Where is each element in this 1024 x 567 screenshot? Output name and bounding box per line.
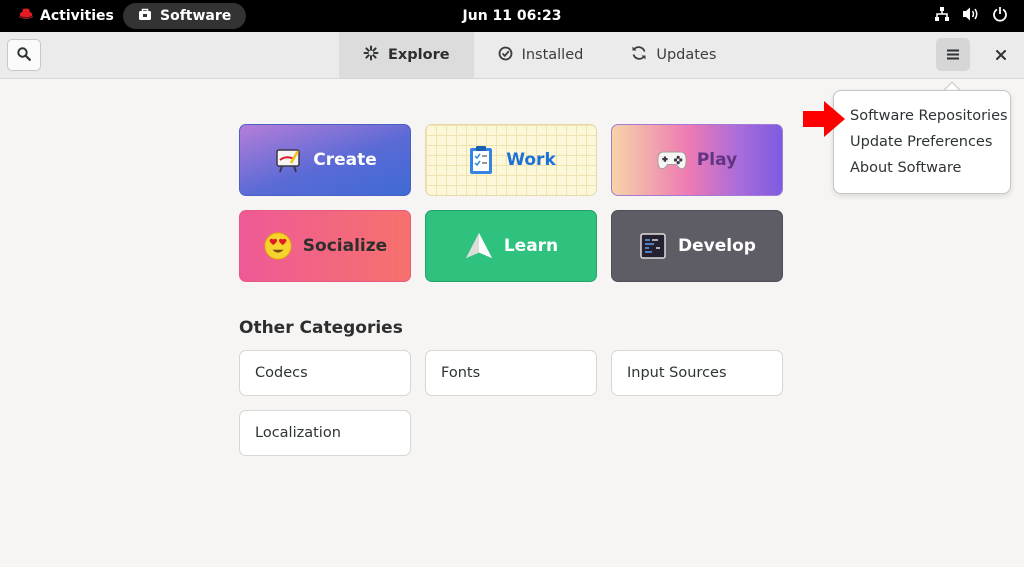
category-label: Work — [506, 150, 556, 170]
tab-label: Installed — [521, 47, 584, 63]
header-bar: Explore Installed Updates — [0, 32, 1024, 79]
network-icon[interactable] — [934, 6, 950, 26]
category-label: Create — [313, 150, 377, 170]
menu-item-update-preferences[interactable]: Update Preferences — [834, 129, 1010, 155]
check-circle-icon — [498, 46, 513, 65]
tab-label: Explore — [388, 47, 450, 63]
hamburger-icon — [947, 45, 959, 64]
system-tray[interactable] — [934, 0, 1008, 32]
activities-button[interactable]: Activities — [18, 0, 114, 32]
menu-item-about-software[interactable]: About Software — [834, 155, 1010, 181]
app-menu-button[interactable]: Software — [123, 3, 247, 29]
other-categories-heading: Other Categories — [239, 318, 403, 338]
top-bar: Activities Software Jun 11 06:23 — [0, 0, 1024, 32]
volume-icon[interactable] — [962, 6, 980, 26]
power-icon[interactable] — [992, 6, 1008, 26]
view-switcher: Explore Installed Updates — [339, 32, 740, 78]
gamepad-icon — [657, 145, 687, 175]
paper-plane-icon — [464, 231, 494, 261]
category-play[interactable]: Play — [611, 124, 783, 196]
tab-label: Updates — [656, 47, 717, 63]
heart-eyes-emoji-icon — [263, 231, 293, 261]
category-label: Socialize — [302, 236, 388, 256]
clock[interactable]: Jun 11 06:23 — [463, 8, 562, 24]
category-fonts[interactable]: Fonts — [425, 350, 597, 396]
refresh-icon — [631, 45, 647, 65]
explore-icon — [363, 45, 379, 65]
activities-label: Activities — [40, 8, 114, 24]
category-label: Play — [696, 150, 738, 170]
category-work[interactable]: Work — [425, 124, 597, 196]
terminal-icon — [638, 231, 668, 261]
category-learn[interactable]: Learn — [425, 210, 597, 282]
clipboard-icon — [466, 145, 496, 175]
app-name: Software — [160, 8, 232, 24]
main-menu-popover: Software Repositories Update Preferences… — [833, 90, 1011, 194]
redhat-logo-icon — [18, 8, 34, 24]
close-window-button[interactable] — [986, 38, 1016, 71]
close-icon — [996, 45, 1006, 64]
software-bag-icon — [138, 8, 152, 25]
main-menu-button[interactable] — [936, 38, 970, 71]
menu-item-software-repositories[interactable]: Software Repositories — [834, 103, 1010, 129]
category-input-sources[interactable]: Input Sources — [611, 350, 783, 396]
easel-icon — [273, 145, 303, 175]
category-develop[interactable]: Develop — [611, 210, 783, 282]
tab-explore[interactable]: Explore — [339, 32, 474, 78]
category-label: Develop — [678, 236, 756, 256]
tab-updates[interactable]: Updates — [607, 32, 740, 78]
category-socialize[interactable]: Socialize — [239, 210, 411, 282]
category-create[interactable]: Create — [239, 124, 411, 196]
tab-installed[interactable]: Installed — [474, 32, 608, 78]
red-arrow-icon — [802, 99, 846, 143]
search-button[interactable] — [7, 39, 41, 71]
category-label: Learn — [503, 236, 559, 256]
category-codecs[interactable]: Codecs — [239, 350, 411, 396]
search-icon — [17, 46, 31, 65]
category-localization[interactable]: Localization — [239, 410, 411, 456]
